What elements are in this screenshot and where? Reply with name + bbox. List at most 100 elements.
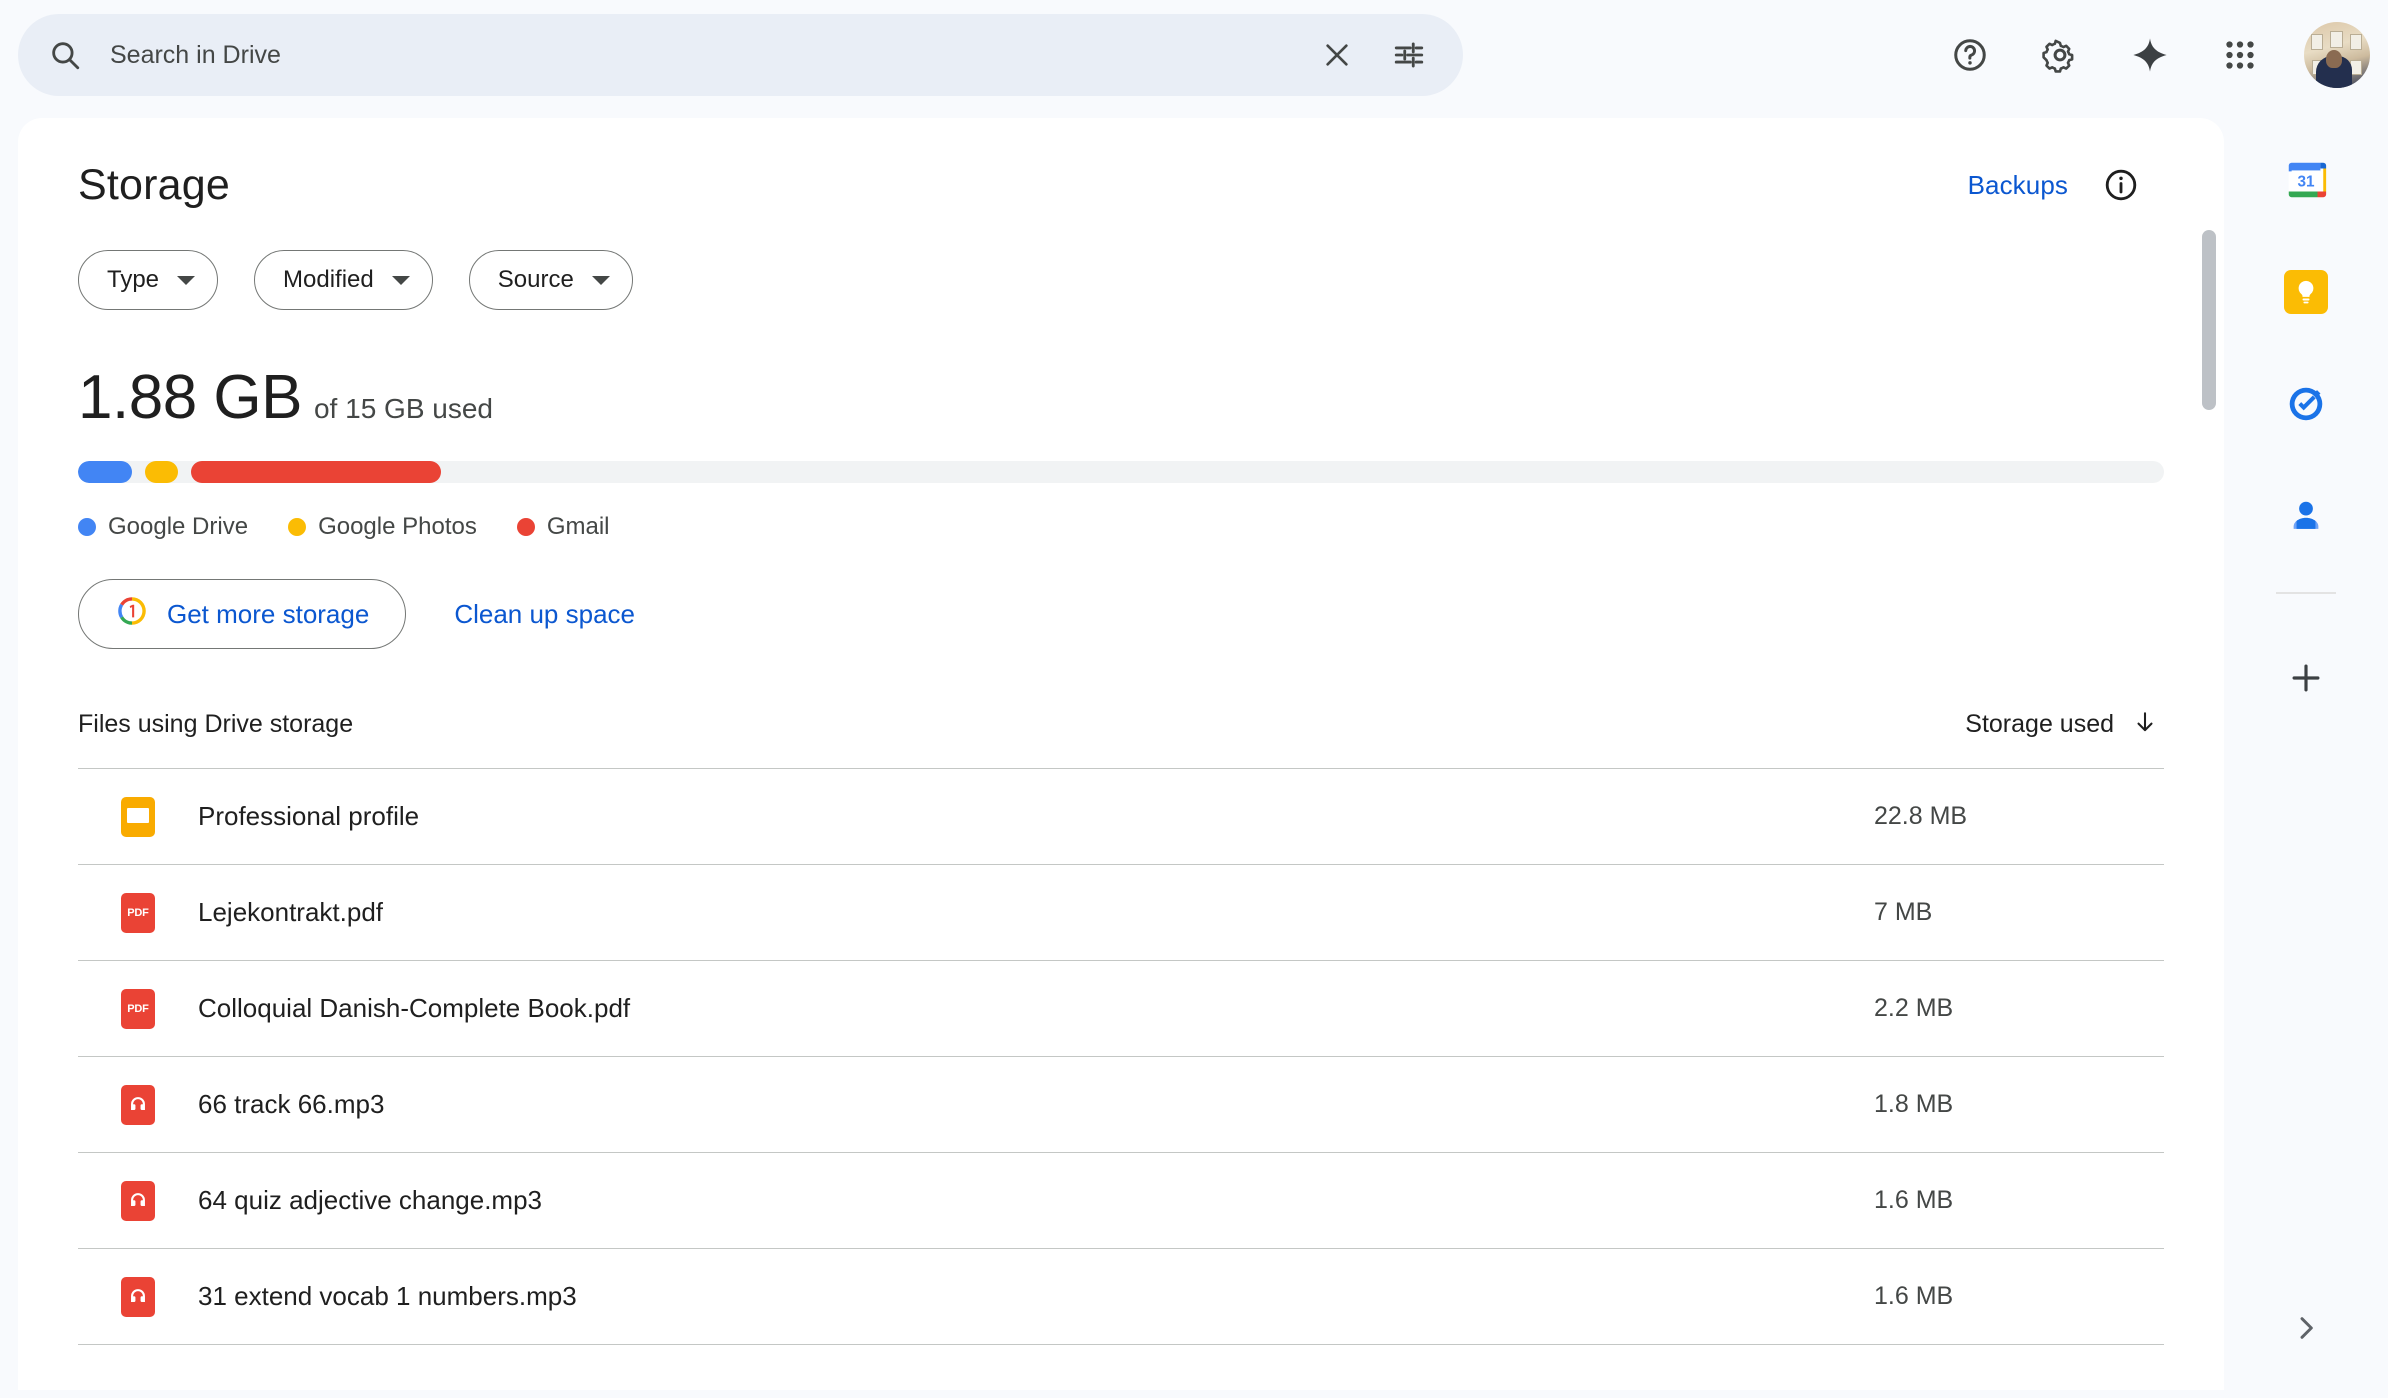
search-options-icon[interactable] (1373, 19, 1445, 91)
filter-chip-modified-label: Modified (283, 266, 374, 294)
page-title: Storage (78, 161, 230, 210)
filter-chip-modified[interactable]: Modified (254, 250, 433, 310)
search-input[interactable] (110, 41, 1301, 70)
file-size: 1.8 MB (1874, 1090, 2164, 1119)
file-name: Lejekontrakt.pdf (198, 897, 1874, 928)
filter-chip-source-label: Source (498, 266, 574, 294)
file-icon-cell (78, 1085, 198, 1125)
pdf-icon: PDF (121, 989, 155, 1029)
chevron-down-icon (177, 276, 195, 285)
audio-icon (121, 1181, 155, 1221)
file-icon-cell (78, 1277, 198, 1317)
file-size: 2.2 MB (1874, 994, 2164, 1023)
storage-segment (78, 461, 132, 483)
chevron-down-icon (392, 276, 410, 285)
pdf-icon: PDF (121, 893, 155, 933)
google-contacts-icon[interactable] (2264, 474, 2348, 558)
table-row[interactable]: PDF Lejekontrakt.pdf7 MB (78, 865, 2164, 961)
slides-icon (121, 797, 155, 837)
table-row[interactable]: 64 quiz adjective change.mp31.6 MB (78, 1153, 2164, 1249)
file-size: 7 MB (1874, 898, 2164, 927)
file-size: 1.6 MB (1874, 1282, 2164, 1311)
search-bar[interactable] (18, 14, 1463, 96)
scrollbar-thumb[interactable] (2202, 230, 2216, 410)
file-size: 1.6 MB (1874, 1186, 2164, 1215)
storage-segment (145, 461, 178, 483)
avatar[interactable] (2304, 22, 2370, 88)
file-icon-cell (78, 1181, 198, 1221)
file-name: 31 extend vocab 1 numbers.mp3 (198, 1281, 1874, 1312)
google-one-icon (115, 594, 149, 635)
google-keep-icon[interactable] (2264, 250, 2348, 334)
keep-bulb-icon (2284, 270, 2328, 314)
legend-label: Gmail (547, 513, 610, 541)
info-icon[interactable] (2090, 154, 2152, 216)
legend-item: Google Drive (78, 513, 248, 541)
table-row[interactable]: 66 track 66.mp31.8 MB (78, 1057, 2164, 1153)
help-icon[interactable] (1934, 19, 2006, 91)
filter-chips: Type Modified Source (78, 250, 2164, 310)
sort-descending-arrow-icon (2132, 709, 2158, 740)
topbar-actions (1934, 8, 2370, 102)
storage-actions: Get more storage Clean up space (78, 579, 2164, 649)
clear-search-icon[interactable] (1301, 19, 1373, 91)
legend-dot-icon (78, 518, 96, 536)
get-more-storage-label: Get more storage (167, 599, 369, 630)
column-header-size-label: Storage used (1965, 710, 2114, 739)
page-header-actions: Backups (1968, 154, 2164, 216)
file-name: 64 quiz adjective change.mp3 (198, 1185, 1874, 1216)
side-panel-footer (2224, 1286, 2388, 1370)
storage-used-value: 1.88 GB (78, 362, 302, 433)
column-header-name: Files using Drive storage (78, 710, 353, 739)
storage-content-card: Storage Backups Type (18, 118, 2224, 1390)
file-icon-cell (78, 797, 198, 837)
legend-dot-icon (517, 518, 535, 536)
file-name: 66 track 66.mp3 (198, 1089, 1874, 1120)
filter-chip-source[interactable]: Source (469, 250, 633, 310)
google-calendar-icon[interactable]: 31 (2264, 138, 2348, 222)
svg-text:31: 31 (2297, 174, 2315, 191)
top-bar (0, 0, 2388, 110)
storage-usage-summary: 1.88 GB of 15 GB used (78, 362, 2164, 433)
content-scrollbar[interactable] (2202, 230, 2216, 1390)
side-panel-divider (2276, 592, 2336, 594)
add-addon-button[interactable] (2264, 636, 2348, 720)
storage-progress-bar (78, 461, 2164, 483)
gear-icon[interactable] (2024, 19, 2096, 91)
storage-segment (191, 461, 441, 483)
backups-link[interactable]: Backups (1968, 170, 2068, 201)
apps-grid-icon[interactable] (2204, 19, 2276, 91)
filter-chip-type-label: Type (107, 266, 159, 294)
page-header: Storage Backups (78, 118, 2164, 216)
search-icon (48, 38, 82, 72)
table-header: Files using Drive storage Storage used (78, 709, 2164, 769)
expand-side-panel-chevron-icon[interactable] (2264, 1286, 2348, 1370)
legend-item: Google Photos (288, 513, 477, 541)
legend-dot-icon (288, 518, 306, 536)
file-size: 22.8 MB (1874, 802, 2164, 831)
chevron-down-icon (592, 276, 610, 285)
file-name: Professional profile (198, 801, 1874, 832)
storage-legend: Google Drive Google Photos Gmail (78, 513, 2164, 541)
table-row[interactable]: Professional profile22.8 MB (78, 769, 2164, 865)
clean-up-space-button[interactable]: Clean up space (446, 599, 643, 630)
audio-icon (121, 1085, 155, 1125)
legend-item: Gmail (517, 513, 610, 541)
legend-label: Google Photos (318, 513, 477, 541)
gemini-sparkle-icon[interactable] (2114, 19, 2186, 91)
file-icon-cell: PDF (78, 893, 198, 933)
side-panel: 31 (2224, 110, 2388, 1398)
storage-total-label: of 15 GB used (314, 393, 493, 425)
file-name: Colloquial Danish-Complete Book.pdf (198, 993, 1874, 1024)
table-body: Professional profile22.8 MB PDF Lejekontra… (78, 769, 2164, 1345)
table-row[interactable]: PDF Colloquial Danish-Complete Book.pdf2.… (78, 961, 2164, 1057)
audio-icon (121, 1277, 155, 1317)
filter-chip-type[interactable]: Type (78, 250, 218, 310)
column-header-size[interactable]: Storage used (1965, 709, 2164, 740)
get-more-storage-button[interactable]: Get more storage (78, 579, 406, 649)
files-table: Files using Drive storage Storage used P… (78, 709, 2164, 1345)
table-row[interactable]: 31 extend vocab 1 numbers.mp31.6 MB (78, 1249, 2164, 1345)
legend-label: Google Drive (108, 513, 248, 541)
google-tasks-icon[interactable] (2264, 362, 2348, 446)
drive-storage-page: Storage Backups Type (0, 0, 2388, 1398)
